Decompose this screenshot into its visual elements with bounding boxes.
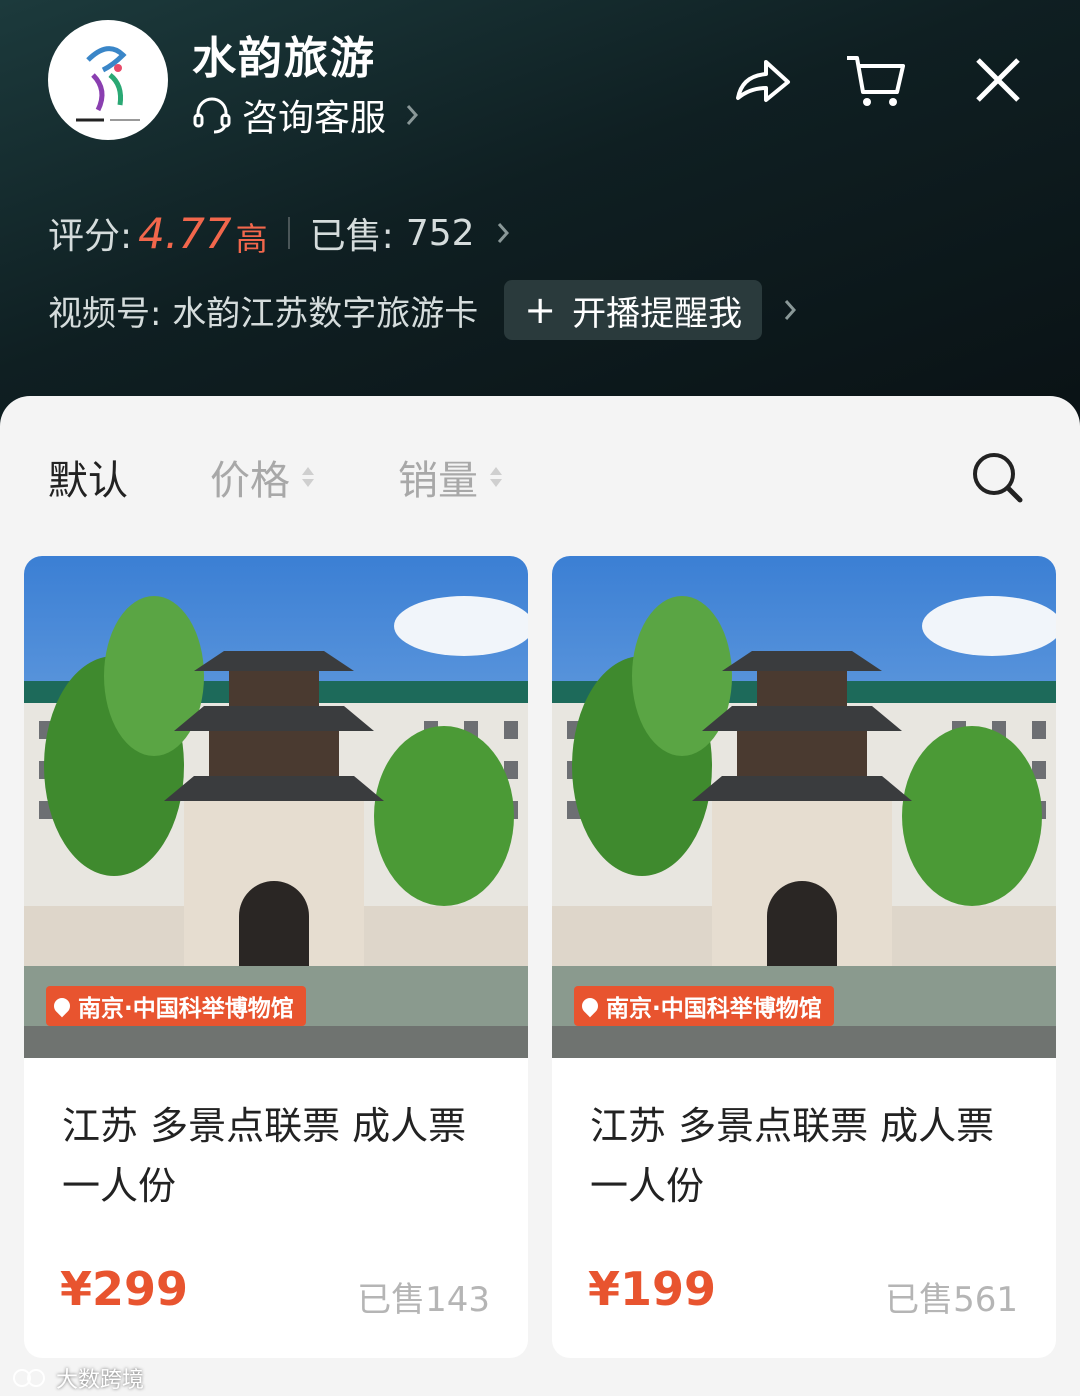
headset-icon bbox=[193, 97, 231, 134]
rating-label: 评分: bbox=[48, 216, 133, 257]
sort-arrows-icon bbox=[490, 467, 502, 487]
sold-label: 已售: bbox=[309, 216, 394, 257]
product-image bbox=[24, 556, 528, 1058]
video-channel-label: 视频号: 水韵江苏数字旅游卡 bbox=[48, 293, 479, 334]
cart-icon[interactable] bbox=[843, 48, 907, 112]
sort-default-label: 默认 bbox=[48, 458, 128, 504]
location-pin-icon bbox=[50, 994, 74, 1018]
chevron-right-icon bbox=[497, 223, 509, 243]
close-icon[interactable] bbox=[966, 48, 1030, 112]
product-sold-count: 已售561 bbox=[885, 1280, 1018, 1320]
sort-sales-tab[interactable]: 销量 bbox=[398, 448, 502, 506]
product-card[interactable]: 南京·中国科举博物馆 江苏 多景点联票 成人票 一人份 ¥299 已售143 bbox=[24, 556, 528, 1358]
product-title: 江苏 多景点联票 成人票 一人份 bbox=[62, 1104, 467, 1208]
watermark-logo-icon bbox=[13, 1369, 45, 1387]
watermark-label: 大数跨境 bbox=[56, 1368, 145, 1393]
product-title: 江苏 多景点联票 成人票 一人份 bbox=[590, 1104, 995, 1208]
shop-name: 水韵旅游 bbox=[192, 33, 376, 84]
product-card[interactable]: 南京·中国科举博物馆 江苏 多景点联票 成人票 一人份 ¥199 已售561 bbox=[552, 556, 1056, 1358]
consult-label: 咨询客服 bbox=[242, 98, 387, 139]
product-image bbox=[552, 556, 1056, 1058]
sort-arrows-icon bbox=[302, 467, 314, 487]
rating-tag: 高 bbox=[235, 220, 268, 258]
sort-sales-label: 销量 bbox=[398, 458, 478, 504]
product-sold-count: 已售143 bbox=[357, 1280, 490, 1320]
shop-logo[interactable] bbox=[48, 20, 168, 140]
video-channel-row: 视频号: 水韵江苏数字旅游卡 + 开播提醒我 bbox=[48, 280, 802, 340]
share-icon[interactable] bbox=[730, 48, 794, 112]
rating-value: 4.77 bbox=[138, 208, 232, 258]
sort-price-tab[interactable]: 价格 bbox=[210, 448, 314, 506]
plus-icon: + bbox=[524, 288, 557, 332]
remind-label: 开播提醒我 bbox=[572, 293, 743, 334]
location-label: 南京·中国科举博物馆 bbox=[606, 996, 822, 1022]
sold-value: 752 bbox=[405, 212, 475, 254]
chevron-right-icon[interactable] bbox=[778, 295, 802, 325]
chevron-right-icon bbox=[406, 105, 419, 125]
product-price: ¥199 bbox=[588, 1262, 717, 1316]
sort-bar: 默认 价格 销量 bbox=[0, 396, 1080, 556]
sort-default-tab[interactable]: 默认 bbox=[48, 448, 128, 506]
divider bbox=[287, 217, 290, 249]
product-panel: 默认 价格 销量 南京·中国科举博物馆 江苏 多景点联票 成人票 一人份 ¥29… bbox=[0, 396, 1080, 1396]
consult-service-link[interactable]: 咨询客服 bbox=[192, 90, 434, 140]
location-tag: 南京·中国科举博物馆 bbox=[46, 986, 306, 1026]
live-remind-button[interactable]: + 开播提醒我 bbox=[504, 280, 763, 340]
product-price: ¥299 bbox=[60, 1262, 189, 1316]
shop-header: 水韵旅游 咨询客服 评分: 4.77 高 已售: 752 视频号: 水韵江苏数字… bbox=[0, 0, 1080, 430]
search-icon[interactable] bbox=[968, 448, 1028, 508]
location-pin-icon bbox=[578, 994, 602, 1018]
watermark: 大数跨境 bbox=[10, 1362, 144, 1394]
sort-price-label: 价格 bbox=[210, 458, 290, 504]
location-label: 南京·中国科举博物馆 bbox=[78, 996, 294, 1022]
shop-stats-row[interactable]: 评分: 4.77 高 已售: 752 bbox=[48, 205, 515, 261]
location-tag: 南京·中国科举博物馆 bbox=[574, 986, 834, 1026]
